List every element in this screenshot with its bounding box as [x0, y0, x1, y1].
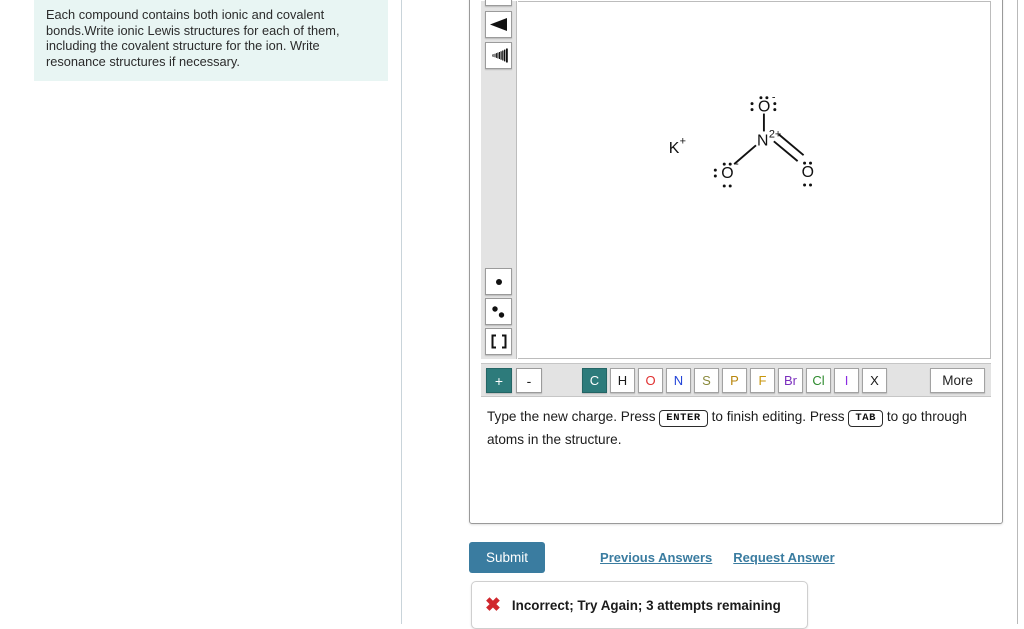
element-button-cl[interactable]: Cl — [806, 368, 831, 393]
element-button-f[interactable]: F — [750, 368, 775, 393]
element-button-o[interactable]: O — [638, 368, 663, 393]
lewis-structure-drawing: K + N 2+ O - O - O — [669, 92, 814, 188]
drawing-canvas[interactable]: K + N 2+ O - O - O — [518, 1, 991, 359]
bond-n-to-right-oxygen-a — [773, 140, 799, 162]
instruction-part-2: to finish editing. Press — [711, 409, 845, 424]
center-atom-symbol: N — [757, 132, 768, 149]
top-oxygen-charge: - — [772, 92, 776, 104]
wedge-bond-tool[interactable] — [485, 11, 512, 38]
lone-pair-icon — [492, 305, 505, 318]
charge-minus-button[interactable]: - — [516, 368, 542, 393]
more-elements-button[interactable]: More — [930, 368, 985, 393]
element-button-i[interactable]: I — [834, 368, 859, 393]
hash-bond-icon — [492, 48, 508, 63]
tab-key-cap: TAB — [848, 410, 884, 427]
single-electron-tool[interactable] — [485, 268, 512, 295]
element-button-n[interactable]: N — [666, 368, 691, 393]
hint-box: Each compound contains both ionic and co… — [34, 0, 388, 82]
brackets-icon — [491, 334, 506, 349]
right-oxygen-symbol: O — [802, 164, 814, 181]
editor-inner: K + N 2+ O - O - O + - C H O N S P F Br … — [481, 0, 991, 512]
feedback-banner: ✖ Incorrect; Try Again; 3 attempts remai… — [471, 581, 808, 629]
charge-button-group: + - — [486, 368, 542, 393]
plain-bond-tool[interactable] — [485, 0, 512, 6]
cation-symbol: K — [669, 140, 680, 157]
instruction-part-1: Type the new charge. Press — [487, 409, 656, 424]
single-electron-icon — [495, 278, 502, 285]
molecule-editor-panel: K + N 2+ O - O - O + - C H O N S P F Br … — [469, 0, 1003, 524]
element-button-br[interactable]: Br — [778, 368, 803, 393]
x-mark-icon: ✖ — [485, 594, 501, 616]
submit-row: Submit Previous Answers Request Answer — [469, 542, 835, 573]
enter-key-cap: ENTER — [659, 410, 708, 427]
left-oxygen-symbol: O — [721, 165, 733, 182]
left-oxygen-charge: - — [735, 158, 739, 170]
page-root: Each compound contains both ionic and co… — [0, 0, 1024, 629]
element-button-h[interactable]: H — [610, 368, 635, 393]
element-button-group: C H O N S P F Br Cl I X — [582, 368, 887, 393]
editor-instruction: Type the new charge. Press ENTER to fini… — [487, 405, 983, 451]
tool-strip — [481, 0, 517, 359]
feedback-message: Incorrect; Try Again; 3 attempts remaini… — [511, 597, 781, 613]
bond-n-to-right-oxygen-b — [778, 133, 805, 156]
left-column: Each compound contains both ionic and co… — [0, 0, 402, 624]
charge-plus-button[interactable]: + — [486, 368, 512, 393]
element-button-x[interactable]: X — [862, 368, 887, 393]
hash-bond-tool[interactable] — [485, 42, 512, 69]
request-answer-link[interactable]: Request Answer — [733, 550, 834, 565]
previous-answers-link[interactable]: Previous Answers — [600, 550, 712, 565]
hint-text: Each compound contains both ionic and co… — [46, 7, 340, 69]
element-button-p[interactable]: P — [722, 368, 747, 393]
cation-charge: + — [680, 135, 686, 147]
lone-pair-tool[interactable] — [485, 298, 512, 325]
center-atom-charge: 2+ — [769, 128, 781, 140]
brackets-tool[interactable] — [485, 328, 512, 355]
element-button-c[interactable]: C — [582, 368, 607, 393]
submit-button[interactable]: Submit — [469, 542, 546, 573]
top-oxygen-symbol: O — [758, 99, 770, 116]
plain-bond-icon — [491, 0, 507, 1]
right-divider — [1017, 0, 1018, 624]
element-toolbar: + - C H O N S P F Br Cl I X More — [481, 363, 991, 397]
element-button-s[interactable]: S — [694, 368, 719, 393]
wedge-bond-icon — [490, 18, 507, 31]
